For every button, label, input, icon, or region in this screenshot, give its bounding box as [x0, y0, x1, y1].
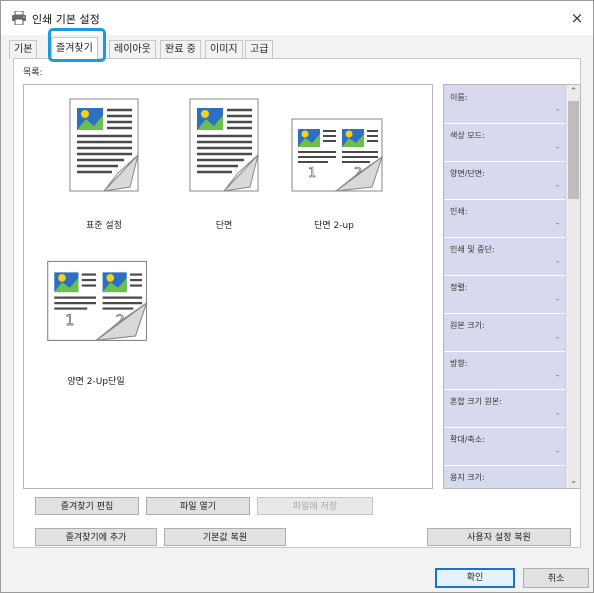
property-name: 용지 크기:	[450, 473, 485, 482]
property-name: 정렬:	[450, 283, 468, 292]
property-value: -	[556, 409, 559, 418]
property-value: -	[556, 181, 559, 190]
property-row: 혼합 크기 원본: -	[444, 389, 565, 428]
add-to-favorites-button[interactable]: 즐겨찾기에 추가	[35, 528, 157, 546]
scroll-down-icon[interactable]: ⌄	[566, 474, 580, 488]
page-number-label: 1	[308, 166, 316, 181]
property-row: 방향: -	[444, 351, 565, 390]
property-value: -	[556, 143, 559, 152]
properties-panel: 이름: - 색상 모드: - 양면/단면: - 인쇄: - 인쇄 및 중단: -…	[443, 84, 581, 489]
tab-finishing[interactable]: 완료 중	[160, 40, 201, 59]
tab-layout[interactable]: 레이아웃	[109, 40, 156, 59]
edit-favorites-button[interactable]: 즐겨찾기 편집	[35, 497, 139, 515]
page-number-label: 1	[65, 313, 74, 329]
property-name: 확대/축소:	[450, 435, 485, 444]
property-value: -	[556, 295, 559, 304]
property-value: -	[556, 371, 559, 380]
property-row: 이름: -	[444, 85, 565, 124]
property-row: 양면/단면: -	[444, 161, 565, 200]
property-value: -	[556, 257, 559, 266]
property-name: 색상 모드:	[450, 131, 485, 140]
properties-scrollbar[interactable]: ⌃ ⌄	[565, 85, 580, 488]
scroll-up-icon[interactable]: ⌃	[566, 85, 580, 99]
favorite-item-simplex[interactable]: 단면	[164, 95, 284, 245]
single-page-icon	[189, 98, 259, 192]
favorite-item-label: 단면	[215, 221, 233, 231]
favorites-list: 표준 설정 단면 1 단면 2-up 1 양면 2-Up단일	[23, 84, 433, 489]
property-name: 양면/단면:	[450, 169, 485, 178]
favorite-item-label: 단면 2-up	[314, 221, 354, 231]
window-title: 인쇄 기본 설정	[32, 13, 100, 26]
property-name: 인쇄:	[450, 207, 468, 216]
favorite-item-label: 양면 2-Up단일	[67, 377, 125, 387]
property-row: 정렬: -	[444, 275, 565, 314]
favorite-item-duplex-2up[interactable]: 1 2 양면 2-Up단일	[24, 257, 148, 407]
property-row: 색상 모드: -	[444, 123, 565, 162]
print-preferences-window: 인쇄 기본 설정 × 기본 즐겨찾기 레이아웃 완료 중 이미지 고급 목록:	[0, 0, 594, 593]
tab-basic[interactable]: 기본	[9, 40, 38, 59]
favorite-item-simplex-2up[interactable]: 1 2 단면 2-up	[274, 95, 394, 245]
property-name: 원본 크기:	[450, 321, 485, 330]
tab-advanced[interactable]: 고급	[245, 40, 274, 59]
property-row: 인쇄 및 중단: -	[444, 237, 565, 276]
property-row: 원본 크기: -	[444, 313, 565, 352]
close-button[interactable]: ×	[567, 8, 587, 28]
cancel-button[interactable]: 취소	[523, 568, 589, 588]
restore-user-settings-button[interactable]: 사용자 설정 복원	[427, 528, 571, 546]
single-page-icon	[69, 98, 139, 192]
printer-icon	[12, 11, 26, 25]
ok-button[interactable]: 확인	[435, 568, 515, 588]
property-row: 용지 크기:	[444, 465, 565, 488]
tab-image[interactable]: 이미지	[205, 40, 243, 59]
property-name: 방향:	[450, 359, 468, 368]
two-up-page-icon: 1 2	[291, 118, 383, 192]
property-name: 이름:	[450, 93, 468, 102]
favorite-item-standard[interactable]: 표준 설정	[44, 95, 164, 245]
property-value: -	[556, 105, 559, 114]
restore-defaults-button[interactable]: 기본값 복원	[164, 528, 286, 546]
tab-favorites[interactable]: 즐겨찾기	[51, 37, 98, 60]
two-up-page-icon: 1 2	[47, 260, 148, 342]
favorite-item-label: 표준 설정	[86, 221, 122, 231]
favorites-list-label: 목록:	[23, 68, 43, 78]
property-value: -	[556, 447, 559, 456]
title-bar: 인쇄 기본 설정 ×	[1, 1, 593, 35]
scrollbar-thumb[interactable]	[568, 101, 579, 199]
property-row: 인쇄: -	[444, 199, 565, 238]
property-row: 확대/축소: -	[444, 427, 565, 466]
open-file-button[interactable]: 파일 열기	[146, 497, 250, 515]
property-name: 혼합 크기 원본:	[450, 397, 502, 406]
property-name: 인쇄 및 중단:	[450, 245, 495, 254]
property-value: -	[556, 333, 559, 342]
property-value: -	[556, 219, 559, 228]
save-to-file-button[interactable]: 파일에 저장	[257, 497, 373, 515]
